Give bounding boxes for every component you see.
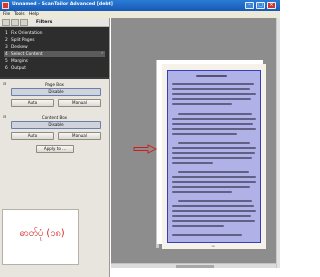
filter-label: Fix Orientation [11,30,43,36]
text-line [172,176,256,178]
menu-bar: File Tools Help [0,11,280,18]
text-line [172,181,256,183]
text-line [178,113,252,115]
filter-number: 4 [5,51,8,57]
filter-number: 2 [5,37,8,43]
text-line [172,98,251,100]
filter-item-output[interactable]: 6 Output [4,65,105,71]
text-line [172,162,213,164]
filter-item-split-pages[interactable]: 2 Split Pages [4,37,105,43]
maximize-button[interactable]: □ [256,2,265,9]
filter-label: Margins [11,58,28,64]
filters-title: Filters [36,20,53,25]
content-box-auto-button[interactable]: Auto [11,132,54,140]
page-number: ၁၈ [211,244,215,248]
filter-label: Select Content [11,51,43,57]
text-line [172,234,242,236]
sample-label-box: ဓာတ်ပုံ (၁၈) [2,209,79,265]
filter-number: 6 [5,65,8,71]
filter-label: Deskew [11,44,28,50]
text-line [172,118,256,120]
text-line [172,225,224,227]
text-line [172,210,256,212]
chevron-right-icon: › [101,51,103,56]
filter-options-panel: ⊟ Page Box Disable Auto Manual ⊟ Content… [0,79,109,277]
filters-panel: 1 Fix Orientation 2 Split Pages 3 Deskew… [0,27,109,277]
apply-to-button[interactable]: Apply to ... [36,145,74,153]
minimize-button[interactable]: – [245,2,254,9]
text-line [172,205,254,207]
vertical-scrollbar[interactable] [276,18,280,268]
text-line [172,133,237,135]
window-title: Unnamed - ScanTailor Advanced [debt] [12,2,113,7]
filter-list: 1 Fix Orientation 2 Split Pages 3 Deskew… [0,27,109,77]
text-line [172,186,250,188]
text-line [178,142,250,144]
text-line [172,123,253,125]
content-box-label: Content Box [41,115,68,120]
page-box-manual-button[interactable]: Manual [58,99,101,107]
sample-label-text: ဓာတ်ပုံ (၁၈) [19,228,65,239]
text-line [172,83,254,85]
content-box-selection[interactable] [167,70,261,243]
menu-file[interactable]: File [3,12,10,17]
close-button[interactable]: × [267,2,276,9]
arrow-right-icon [133,144,157,154]
text-line [172,147,256,149]
content-box-disable-button[interactable]: Disable [11,121,101,129]
filter-number: 3 [5,44,8,50]
text-line [172,220,255,222]
text-line [172,157,252,159]
filter-item-select-content[interactable]: 4 Select Content › [4,51,105,57]
filter-number: 1 [5,30,8,36]
filter-number: 5 [5,58,8,64]
page-box-label: Page Box [45,82,64,87]
toolbar-button-2[interactable] [11,19,19,26]
filter-item-deskew[interactable]: 3 Deskew [4,44,105,50]
toolbar-button-1[interactable] [2,19,10,26]
text-line [172,88,250,90]
title-bar: Unnamed - ScanTailor Advanced [debt] – □… [0,0,280,11]
app-icon [2,2,9,9]
text-line [196,75,227,78]
text-line [178,200,252,202]
text-line [172,215,251,217]
text-line [172,191,232,193]
scrollbar-thumb[interactable] [176,265,214,268]
text-line [178,171,249,173]
filter-item-fix-orientation[interactable]: 1 Fix Orientation [4,30,105,36]
text-line [172,152,255,154]
left-toolbar: Filters [0,18,109,27]
content-box-manual-button[interactable]: Manual [58,132,101,140]
horizontal-scrollbar[interactable] [111,263,276,268]
menu-help[interactable]: Help [29,12,39,17]
text-line [172,93,256,95]
page-box-auto-button[interactable]: Auto [11,99,54,107]
filter-label: Output [11,65,26,71]
text-line [172,103,232,105]
filter-label: Split Pages [11,37,35,43]
page-box-disable-button[interactable]: Disable [11,88,101,96]
menu-tools[interactable]: Tools [14,12,25,17]
toolbar-button-3[interactable] [20,19,28,26]
text-line [172,128,256,130]
filter-item-margins[interactable]: 5 Margins [4,58,105,64]
